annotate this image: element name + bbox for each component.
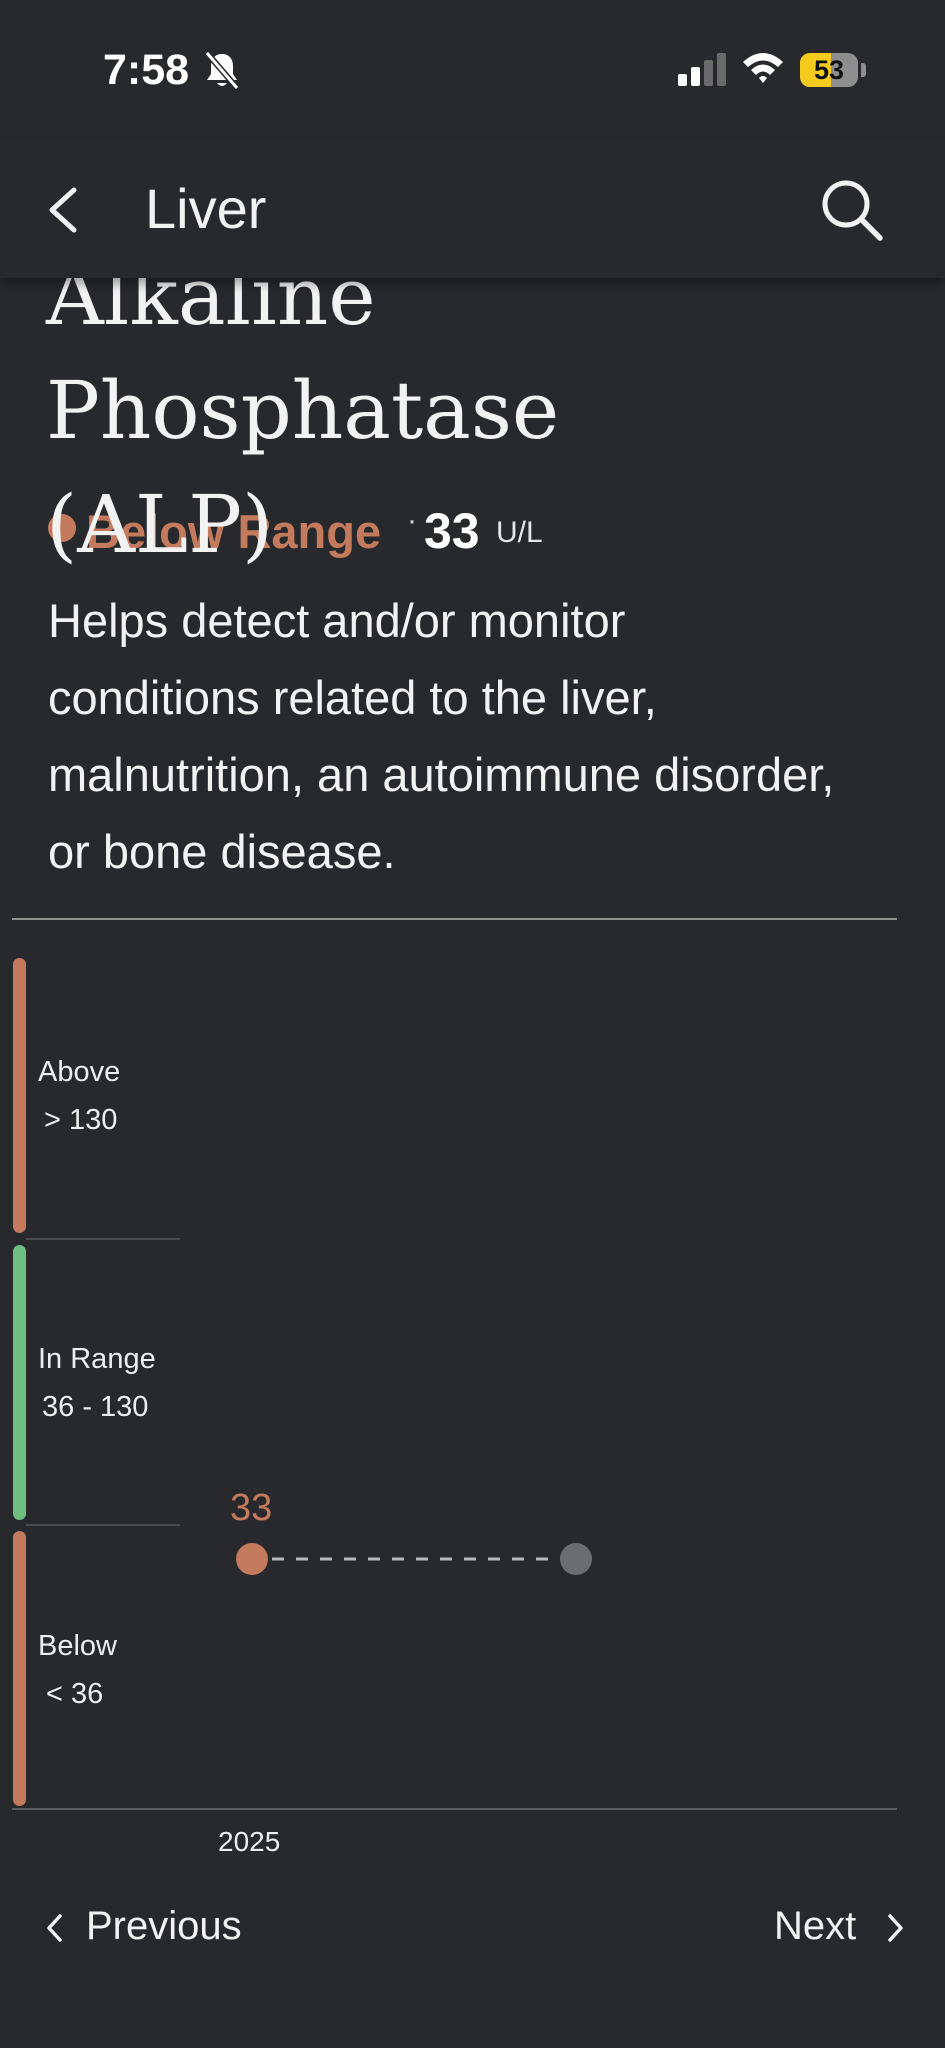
test-description: Helps detect and/or monitor conditions r… (48, 594, 835, 878)
footer-navigation: Previous Next (0, 1888, 945, 1968)
chevron-left-icon (47, 1914, 62, 1942)
chart-plot (236, 1543, 592, 1575)
search-button[interactable] (818, 176, 886, 244)
search-icon (822, 180, 883, 241)
next-label: Next (774, 1904, 857, 1948)
status-time: 7:58 (103, 46, 190, 94)
nav-header: Liver (0, 140, 945, 278)
page-title: Liver (145, 177, 267, 240)
chevron-right-icon (888, 1914, 903, 1942)
next-button[interactable]: Next (760, 1888, 920, 1968)
cellular-signal-icon (678, 53, 726, 86)
wifi-icon (743, 53, 783, 83)
back-button[interactable] (40, 180, 96, 240)
range-chart[interactable]: Above > 130 In Range 36 - 130 Below < 36… (0, 940, 945, 1880)
section-divider (12, 918, 897, 920)
chevron-left-icon (49, 187, 77, 233)
test-title-line2: (ALP) (46, 478, 274, 571)
data-point[interactable] (236, 1543, 268, 1575)
data-label: 33 (230, 1487, 273, 1529)
battery-icon: 53 (800, 53, 858, 87)
battery-level: 53 (813, 55, 845, 85)
x-tick-label: 2025 (218, 1826, 281, 1857)
status-bar: 7:58 53 (0, 0, 945, 140)
bell-slash-icon (204, 51, 240, 90)
battery-nub (861, 63, 866, 77)
previous-button[interactable]: Previous (36, 1888, 276, 1968)
test-title-line1: Alkaline Phosphatase (46, 250, 560, 457)
test-title: Alkaline Phosphatase (ALP) (46, 240, 906, 582)
next-point-placeholder (560, 1543, 592, 1575)
previous-label: Previous (86, 1904, 242, 1948)
